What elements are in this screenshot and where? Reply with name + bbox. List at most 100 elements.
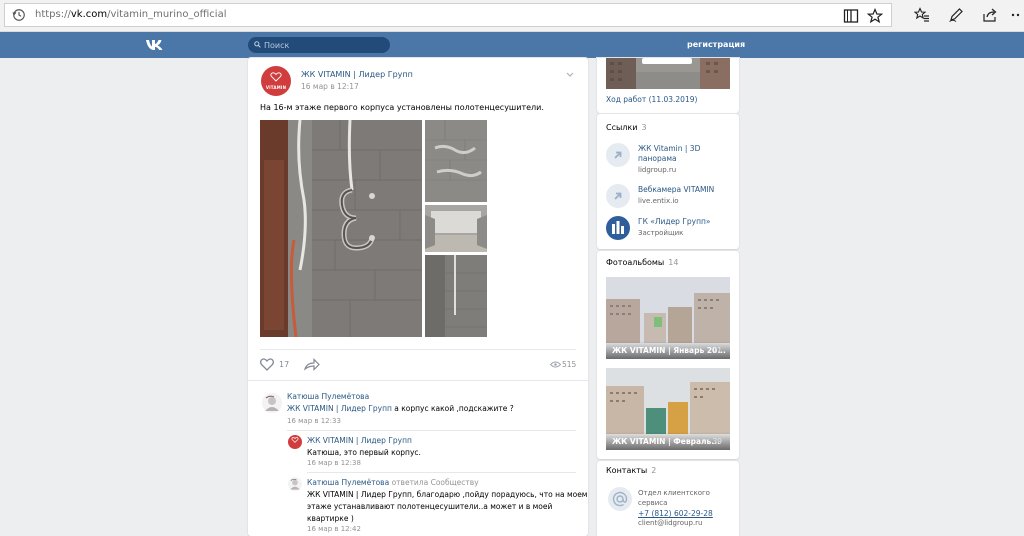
post-actions-divider xyxy=(260,349,576,350)
comment-body: а корпус какой ,подскажите ? xyxy=(391,404,514,413)
favorite-star-icon[interactable] xyxy=(867,8,883,24)
search-input[interactable] xyxy=(264,38,384,52)
post-author-avatar[interactable]: VITAMIN xyxy=(261,66,291,96)
like-heart-icon[interactable] xyxy=(260,358,274,371)
album-card-2[interactable]: ЖК VITAMIN | Февраль... 39 xyxy=(606,368,730,450)
address-bar[interactable]: https://vk.com/vitamin_murino_official xyxy=(4,3,892,27)
repost-arrow-icon[interactable] xyxy=(304,358,320,371)
contacts-title-text: Контакты xyxy=(606,466,648,475)
contact-email[interactable]: client@lidgroup.ru xyxy=(638,519,702,527)
share-icon[interactable] xyxy=(982,7,998,23)
contacts-block: Контакты 2 Отдел клиентского сервиса +7 (8… xyxy=(597,461,739,536)
search-icon xyxy=(254,41,261,48)
reply-text-line: этаже устанавливают полотенцесушители..а… xyxy=(307,502,553,511)
vk-logo-icon[interactable] xyxy=(145,39,167,51)
reply-author-name[interactable]: Катюша Пулемётова xyxy=(307,478,389,487)
post-photo-main[interactable] xyxy=(260,120,422,337)
reply-text-line: квартирке ) xyxy=(307,514,354,523)
reply-author-name[interactable]: ЖК VITAMIN | Лидер Групп xyxy=(307,436,412,445)
albums-title[interactable]: Фотоальбомы 14 xyxy=(606,258,678,267)
reply-author-avatar[interactable] xyxy=(288,435,302,449)
register-link[interactable]: регистрация xyxy=(687,40,745,49)
reply-text-line: ЖК VITAMIN | Лидер Групп, благодарю ,пой… xyxy=(307,490,588,499)
reply-author-avatar[interactable] xyxy=(288,477,302,491)
comment-author-avatar[interactable] xyxy=(262,393,282,413)
album-card-1[interactable]: ЖК VITAMIN | Январь 20... 21 xyxy=(606,277,730,359)
link-icon-3[interactable] xyxy=(606,216,630,240)
url-prefix: https:// xyxy=(35,9,71,20)
construction-photo-image xyxy=(606,58,730,89)
chevron-down-icon[interactable] xyxy=(566,72,574,77)
albums-title-text: Фотоальбомы xyxy=(606,258,665,267)
post-text: На 16-м этаже первого корпуса установлен… xyxy=(260,103,544,112)
comment-date[interactable]: 16 мар в 12:33 xyxy=(287,417,341,425)
comments-divider xyxy=(248,380,588,381)
at-sign-icon xyxy=(612,491,628,507)
link-name-2[interactable]: Вебкамера VITAMIN xyxy=(638,185,714,195)
user-avatar-image xyxy=(290,478,300,490)
link-icon-1[interactable] xyxy=(606,143,630,167)
links-title: Ссылки 3 xyxy=(606,123,647,132)
heart-logo-icon xyxy=(270,72,282,82)
pen-icon[interactable] xyxy=(948,7,964,23)
link-name-1[interactable]: ЖК Vitamin | 3D панорама xyxy=(638,144,700,164)
url-domain: vk.com xyxy=(70,9,108,20)
reply-date[interactable]: 16 мар в 12:42 xyxy=(307,525,361,533)
reply-date[interactable]: 16 мар в 12:38 xyxy=(307,459,361,467)
link-sub-1: lidgroup.ru xyxy=(638,166,677,174)
reply-text: Катюша, это первый корпус. xyxy=(307,448,421,457)
reading-view-icon[interactable] xyxy=(843,8,859,24)
wall-photo-image xyxy=(425,120,487,202)
link-icon-2[interactable] xyxy=(606,184,630,208)
contacts-title[interactable]: Контакты 2 xyxy=(606,466,656,475)
post-photo-4[interactable] xyxy=(425,255,487,337)
post-photo-3[interactable] xyxy=(425,205,487,252)
history-icon[interactable] xyxy=(12,8,26,22)
more-icon[interactable] xyxy=(1010,7,1022,23)
contact-email-icon xyxy=(608,487,632,511)
album-title: ЖК VITAMIN | Январь 20... xyxy=(612,346,726,355)
link-arrow-icon xyxy=(614,151,622,159)
album-caption: ЖК VITAMIN | Февраль... 39 xyxy=(606,432,730,450)
room-photo-image xyxy=(425,205,487,252)
link-name-line: ЖК Vitamin | 3D xyxy=(638,144,701,153)
post-author-name[interactable]: ЖК VITAMIN | Лидер Групп xyxy=(301,70,413,79)
contact-line: Отдел клиентского xyxy=(638,489,710,497)
url-path: /vitamin_murino_official xyxy=(107,9,227,20)
comment-text: ЖК VITAMIN | Лидер Групп а корпус какой … xyxy=(287,404,514,413)
vk-header: регистрация xyxy=(0,32,1024,58)
contacts-count: 2 xyxy=(651,466,657,475)
link-name-3[interactable]: ГК «Лидер Групп» xyxy=(638,217,711,227)
wall-post: VITAMIN ЖК VITAMIN | Лидер Групп 16 мар … xyxy=(248,58,588,536)
search-box[interactable] xyxy=(248,37,390,53)
album-photo-count: 39 xyxy=(712,437,722,446)
album-photo-count: 21 xyxy=(712,346,722,355)
comment-author-name[interactable]: Катюша Пулемётова xyxy=(287,392,369,401)
url-text[interactable]: https://vk.com/vitamin_murino_official xyxy=(35,9,226,20)
progress-photo[interactable] xyxy=(606,58,730,89)
link-arrow-icon xyxy=(614,192,622,200)
comment-divider xyxy=(287,430,576,431)
favorites-hub-icon[interactable] xyxy=(914,7,930,23)
links-block: Ссылки 3 ЖК Vitamin | 3D панорама lidgroup… xyxy=(597,114,739,249)
user-avatar-image xyxy=(265,395,279,411)
browser-toolbar: https://vk.com/vitamin_murino_official xyxy=(0,0,1024,32)
link-name-line: панорама xyxy=(638,154,677,163)
comment-reply-to[interactable]: ЖК VITAMIN | Лидер Групп xyxy=(287,404,392,413)
albums-count: 14 xyxy=(668,258,679,267)
album-caption: ЖК VITAMIN | Январь 20... 21 xyxy=(606,341,730,359)
post-date[interactable]: 16 мар в 12:17 xyxy=(301,82,359,91)
album-title: ЖК VITAMIN | Февраль... xyxy=(612,437,720,446)
progress-album-caption[interactable]: Ход работ (11.03.2019) xyxy=(606,95,697,104)
progress-block: Ход работ (11.03.2019) xyxy=(597,58,739,113)
post-photo-2[interactable] xyxy=(425,120,487,202)
bathroom-photo-image xyxy=(260,120,422,337)
links-count: 3 xyxy=(641,123,647,132)
contact-phone-link[interactable]: +7 (812) 602-29-28 xyxy=(638,509,713,518)
likes-count[interactable]: 17 xyxy=(279,360,289,369)
contact-line: сервиса xyxy=(638,499,668,507)
link-sub-3: Застройщик xyxy=(638,229,684,237)
contact-department: Отдел клиентского сервиса xyxy=(638,488,710,508)
links-title-text: Ссылки xyxy=(606,123,638,132)
reply-author-suffix: ответила Сообществу xyxy=(389,478,479,487)
